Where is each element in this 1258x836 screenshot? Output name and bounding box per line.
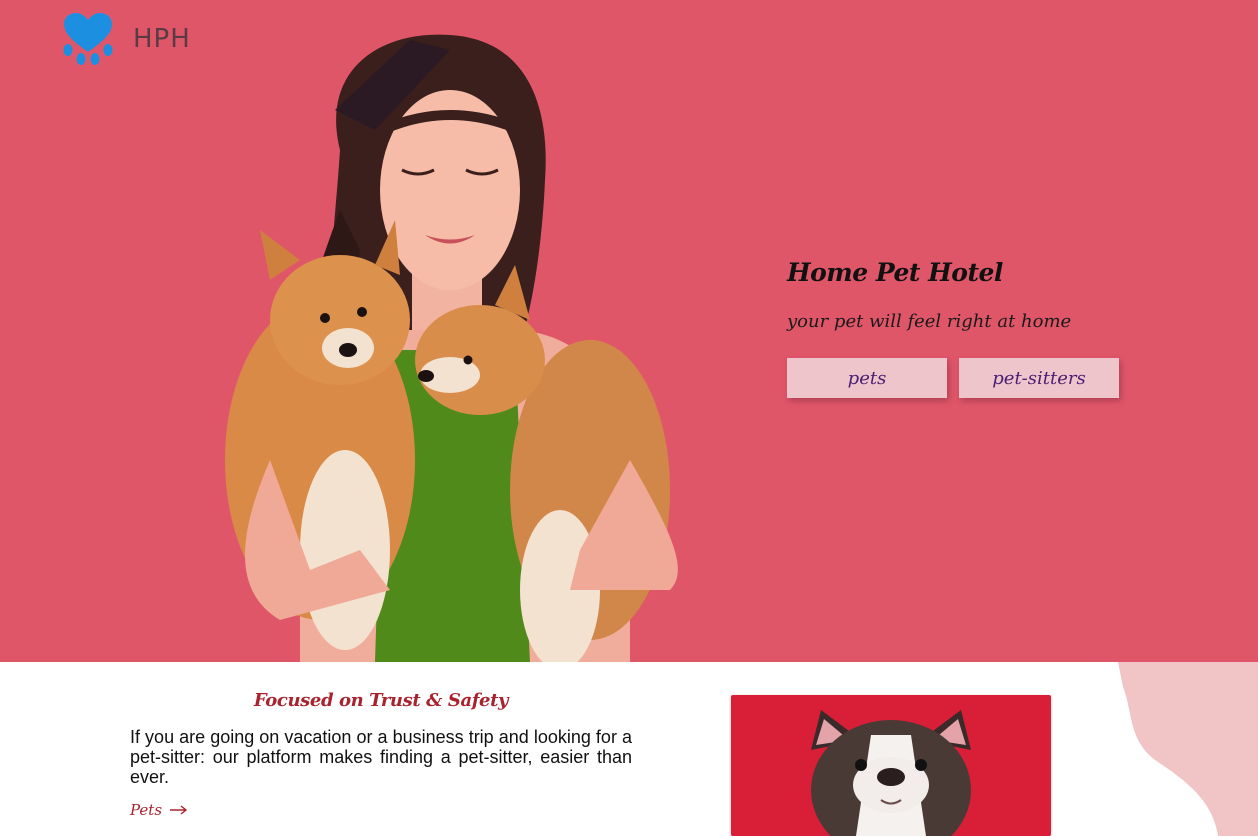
pet-sitters-button[interactable]: pet-sitters bbox=[959, 358, 1119, 398]
feature-text: If you are going on vacation or a busine… bbox=[130, 727, 632, 787]
decorative-blob bbox=[1118, 662, 1258, 836]
hero-subtitle: your pet will feel right at home bbox=[787, 311, 1072, 332]
hero-title: Home Pet Hotel bbox=[787, 258, 1003, 287]
hero-photo bbox=[225, 34, 678, 662]
feature-title: Focused on Trust & Safety bbox=[253, 690, 509, 711]
arrow-right-icon bbox=[170, 805, 188, 815]
hero-buttons: pets pet-sitters bbox=[787, 358, 1119, 398]
pets-button[interactable]: pets bbox=[787, 358, 947, 398]
hero-text: Home Pet Hotel your pet will feel right … bbox=[787, 258, 1119, 398]
feature-section: Focused on Trust & Safety If you are goi… bbox=[130, 690, 632, 820]
bulldog-photo bbox=[811, 710, 971, 836]
pets-link-label: Pets bbox=[130, 801, 163, 819]
pets-link[interactable]: Pets bbox=[130, 801, 188, 819]
feature-image-card bbox=[731, 695, 1051, 836]
paw-heart-icon[interactable] bbox=[62, 12, 114, 68]
hero-section: HPH Home Pet Hotel your pet will feel ri… bbox=[0, 0, 1258, 662]
